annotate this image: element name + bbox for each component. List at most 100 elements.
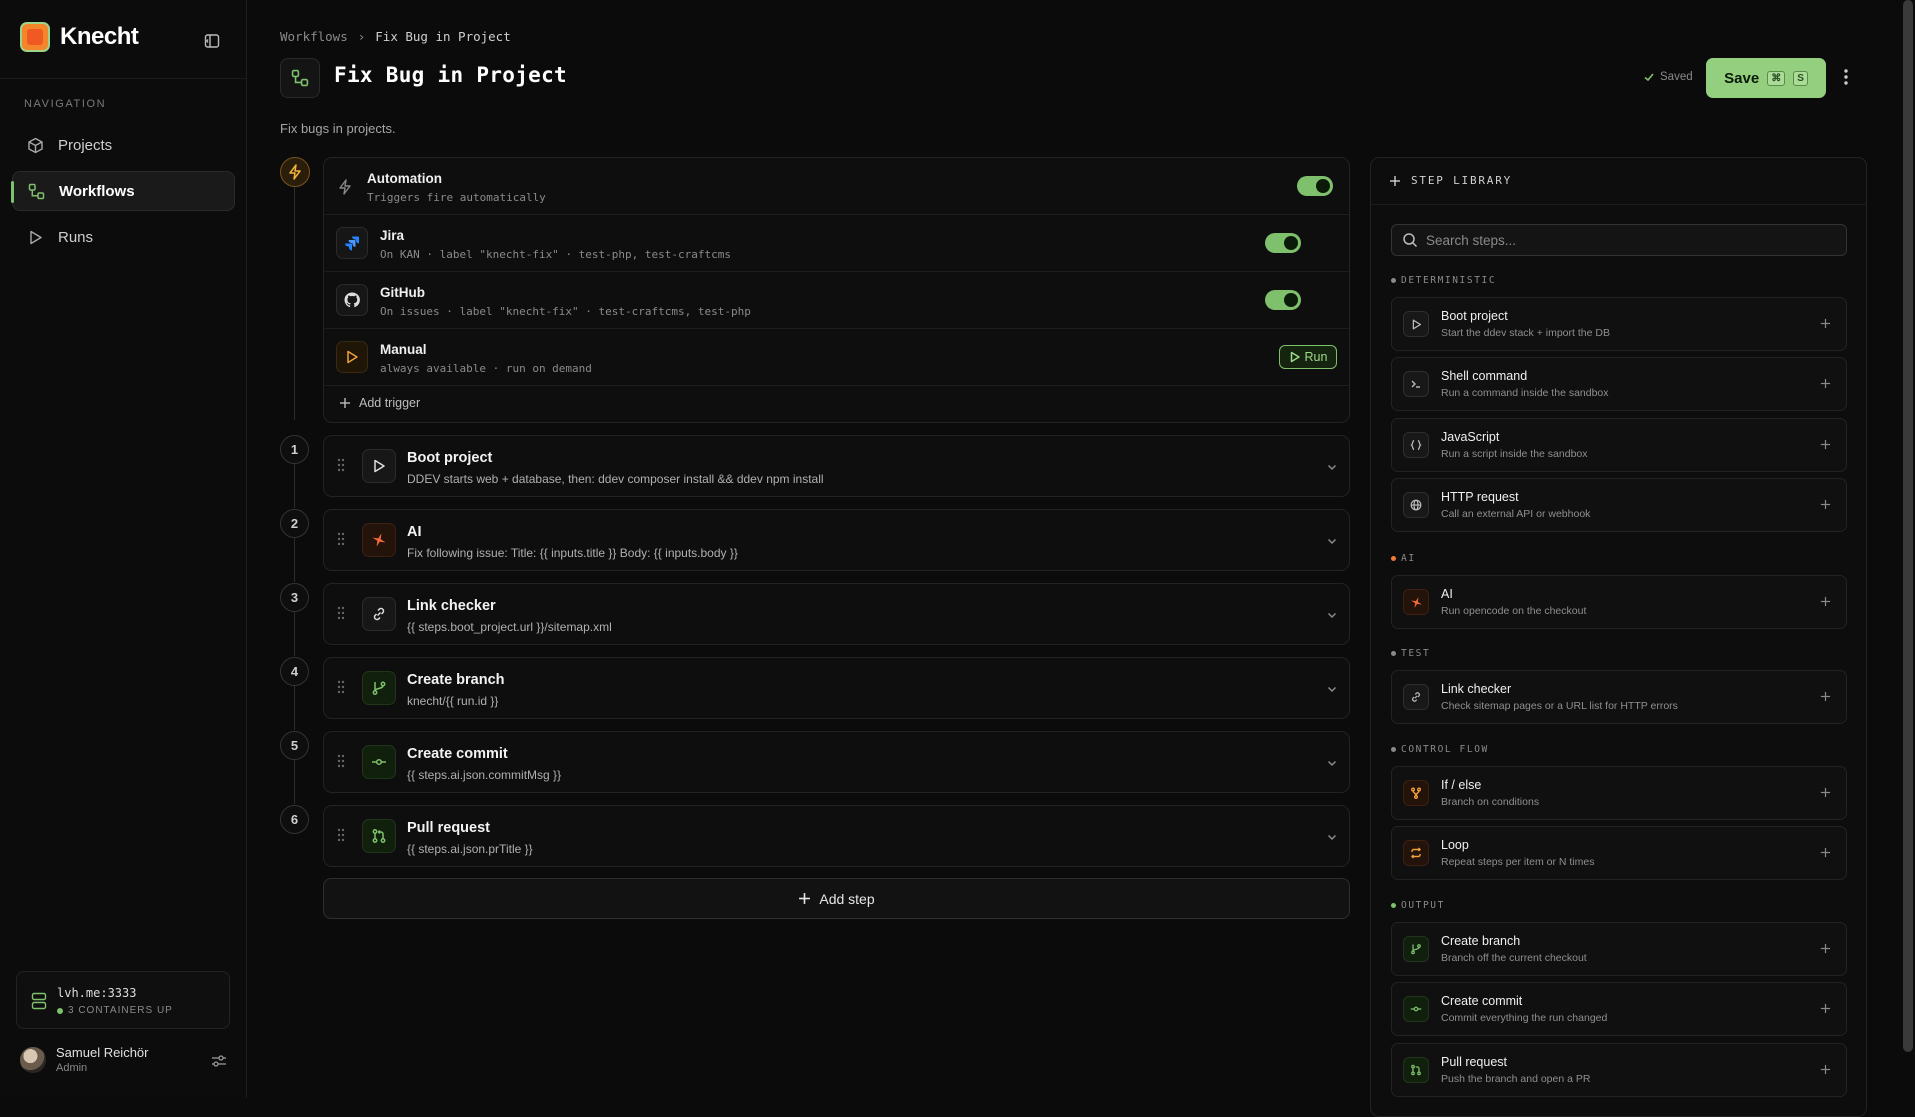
chevron-down-icon[interactable]: [1326, 461, 1338, 473]
step-detail: {{ steps.ai.json.prTitle }}: [407, 842, 533, 856]
github-toggle[interactable]: [1265, 290, 1301, 310]
library-item-javascript[interactable]: JavaScript Run a script inside the sandb…: [1391, 418, 1847, 472]
sidebar-item-projects[interactable]: Projects: [12, 125, 235, 165]
library-item-ai[interactable]: AI Run opencode on the checkout: [1391, 575, 1847, 629]
search-input[interactable]: Search steps...: [1391, 224, 1847, 256]
trigger-name: Manual: [380, 342, 427, 357]
plus-icon[interactable]: [1820, 378, 1831, 389]
automation-toggle[interactable]: [1297, 176, 1333, 196]
step-title: Create branch: [407, 672, 505, 688]
category-dot: [1391, 651, 1396, 656]
plus-icon[interactable]: [1820, 1003, 1831, 1014]
drag-handle-icon[interactable]: [337, 754, 345, 768]
plus-icon[interactable]: [1820, 596, 1831, 607]
category-dot: [1391, 278, 1396, 283]
chevron-down-icon[interactable]: [1326, 757, 1338, 769]
step-title: AI: [407, 524, 422, 540]
plus-icon[interactable]: [1820, 318, 1831, 329]
step-card-pull-request[interactable]: Pull request {{ steps.ai.json.prTitle }}: [323, 805, 1350, 867]
library-item-pull-request[interactable]: Pull request Push the branch and open a …: [1391, 1043, 1847, 1097]
run-button[interactable]: Run: [1279, 345, 1337, 369]
github-icon: [336, 284, 368, 316]
trigger-name: Jira: [380, 228, 405, 243]
drag-handle-icon[interactable]: [337, 532, 345, 546]
library-item-loop[interactable]: Loop Repeat steps per item or N times: [1391, 826, 1847, 880]
user-profile[interactable]: Samuel Reichör Admin: [20, 1045, 149, 1074]
trigger-github[interactable]: GitHub On issues · label "knecht-fix" · …: [324, 272, 1349, 329]
add-trigger-button[interactable]: Add trigger: [339, 396, 420, 410]
more-options-icon[interactable]: [1843, 68, 1849, 86]
automation-header: Automation Triggers fire automatically: [324, 158, 1349, 215]
step-card-ai[interactable]: AI Fix following issue: Title: {{ inputs…: [323, 509, 1350, 571]
cube-icon: [27, 137, 44, 154]
plus-icon[interactable]: [1820, 1064, 1831, 1075]
logo-icon: [20, 22, 50, 52]
timeline-line: [294, 760, 295, 804]
step-number: 6: [280, 805, 309, 834]
containers-status: 3 CONTAINERS UP: [57, 1005, 173, 1016]
jira-toggle[interactable]: [1265, 233, 1301, 253]
plus-icon[interactable]: [1820, 499, 1831, 510]
plus-icon[interactable]: [1820, 691, 1831, 702]
drag-handle-icon[interactable]: [337, 828, 345, 842]
sidebar-item-label: Runs: [58, 228, 94, 246]
drag-handle-icon[interactable]: [337, 606, 345, 620]
trigger-jira[interactable]: Jira On KAN · label "knecht-fix" · test-…: [324, 215, 1349, 272]
save-button[interactable]: Save ⌘ S: [1706, 58, 1826, 98]
breadcrumb-current: Fix Bug in Project: [375, 29, 511, 44]
chevron-down-icon[interactable]: [1326, 535, 1338, 547]
library-item-create-branch[interactable]: Create branch Branch off the current che…: [1391, 922, 1847, 976]
library-item-create-commit[interactable]: Create commit Commit everything the run …: [1391, 982, 1847, 1036]
drag-handle-icon[interactable]: [337, 458, 345, 472]
app-logo[interactable]: Knecht: [20, 22, 139, 52]
item-name: Create commit: [1441, 994, 1523, 1008]
step-number: 3: [280, 583, 309, 612]
step-card-boot-project[interactable]: Boot project DDEV starts web + database,…: [323, 435, 1350, 497]
step-card-create-branch[interactable]: Create branch knecht/{{ run.id }}: [323, 657, 1350, 719]
category-label: DETERMINISTIC: [1401, 275, 1497, 286]
library-item-if-else[interactable]: If / else Branch on conditions: [1391, 766, 1847, 820]
add-step-button[interactable]: Add step: [323, 878, 1350, 919]
step-card-create-commit[interactable]: Create commit {{ steps.ai.json.commitMsg…: [323, 731, 1350, 793]
branch-icon: [1403, 936, 1429, 962]
scrollbar[interactable]: [1903, 0, 1913, 1052]
sidebar-item-runs[interactable]: Runs: [12, 217, 235, 257]
library-item-link-checker[interactable]: Link checker Check sitemap pages or a UR…: [1391, 670, 1847, 724]
item-name: AI: [1441, 587, 1453, 601]
category-test: TEST: [1391, 648, 1430, 659]
chevron-down-icon[interactable]: [1326, 831, 1338, 843]
step-library-header: STEP LIBRARY: [1389, 174, 1512, 187]
library-item-boot-project[interactable]: Boot project Start the ddev stack + impo…: [1391, 297, 1847, 351]
search-placeholder: Search steps...: [1426, 232, 1517, 248]
chevron-down-icon[interactable]: [1326, 683, 1338, 695]
chevron-down-icon[interactable]: [1326, 609, 1338, 621]
sidebar-toggle-icon[interactable]: [203, 32, 221, 50]
workflow-icon: [280, 58, 320, 98]
step-library-panel: STEP LIBRARY Search steps... DETERMINIST…: [1370, 157, 1867, 1117]
library-item-http-request[interactable]: HTTP request Call an external API or web…: [1391, 478, 1847, 532]
sidebar-item-workflows[interactable]: Workflows: [11, 171, 235, 211]
breadcrumb-parent[interactable]: Workflows: [280, 29, 348, 44]
plus-icon[interactable]: [1820, 943, 1831, 954]
add-step-label: Add step: [819, 890, 875, 907]
lightning-icon: [280, 157, 310, 187]
plus-icon[interactable]: [1820, 787, 1831, 798]
run-button-label: Run: [1304, 350, 1328, 364]
automation-subtitle: Triggers fire automatically: [367, 191, 546, 204]
container-status[interactable]: lvh.me:3333 3 CONTAINERS UP: [16, 971, 230, 1029]
library-item-shell-command[interactable]: Shell command Run a command inside the s…: [1391, 357, 1847, 411]
item-name: HTTP request: [1441, 490, 1519, 504]
plus-icon[interactable]: [1820, 439, 1831, 450]
drag-handle-icon[interactable]: [337, 680, 345, 694]
category-dot: [1391, 903, 1396, 908]
trigger-detail: On issues · label "knecht-fix" · test-cr…: [380, 305, 751, 318]
check-icon: [1643, 71, 1655, 83]
link-icon: [362, 597, 396, 631]
step-title: Link checker: [407, 598, 496, 614]
settings-sliders-icon[interactable]: [211, 1054, 227, 1068]
plus-icon[interactable]: [1820, 847, 1831, 858]
user-role: Admin: [56, 1062, 88, 1074]
item-name: JavaScript: [1441, 430, 1500, 444]
step-card-link-checker[interactable]: Link checker {{ steps.boot_project.url }…: [323, 583, 1350, 645]
save-button-label: Save: [1724, 69, 1760, 87]
